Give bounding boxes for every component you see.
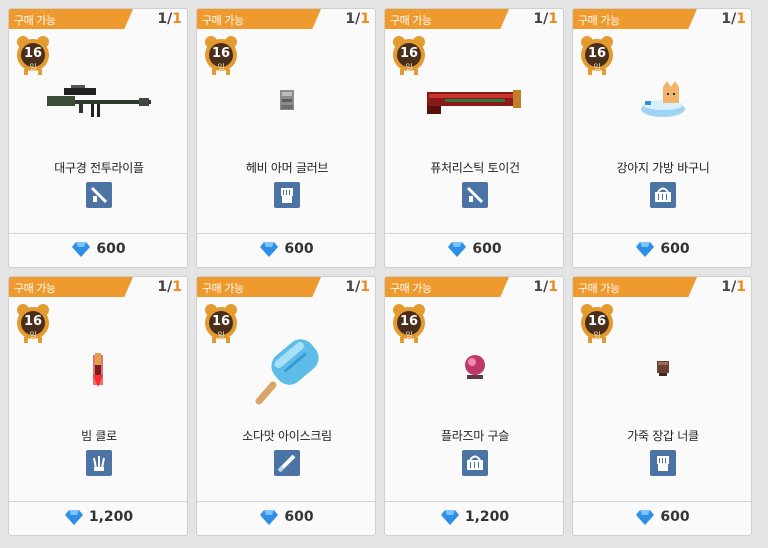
popsicle-icon [197, 329, 375, 409]
leather-knuckle-icon [573, 329, 751, 409]
gem-icon [260, 510, 279, 525]
item-name: 가죽 장갑 너클 [627, 429, 699, 443]
purchasable-label: 구매 가능 [390, 282, 432, 295]
purchasable-label: 구매 가능 [14, 14, 56, 27]
price-button[interactable]: 600 [9, 241, 187, 263]
price-button[interactable]: 600 [385, 241, 563, 263]
divider [197, 233, 375, 234]
shop-item-card[interactable]: 구매 가능 1/1 16 일 소다맛 아이스크림 600 [196, 276, 376, 536]
price-value: 600 [472, 241, 502, 257]
stock-count: 1/1 [345, 11, 370, 27]
gem-icon [636, 242, 655, 257]
price-button[interactable]: 600 [197, 509, 375, 531]
purchasable-label: 구매 가능 [202, 14, 244, 27]
toy-gun-icon [385, 61, 563, 141]
item-name: 헤비 아머 글러브 [245, 161, 329, 175]
price-button[interactable]: 1,200 [9, 509, 187, 531]
price-value: 600 [660, 241, 690, 257]
price-button[interactable]: 1,200 [385, 509, 563, 531]
days-remaining: 16 [587, 314, 607, 329]
claw-category-icon [86, 450, 112, 476]
divider [573, 501, 751, 502]
shop-item-card[interactable]: 구매 가능 1/1 16 일 대구경 전투라이플 600 [8, 8, 188, 268]
glove-category-icon [274, 182, 300, 208]
basket-category-icon [462, 450, 488, 476]
stock-count: 1/1 [533, 11, 558, 27]
item-name: 퓨처리스틱 토이건 [430, 161, 520, 175]
divider [9, 501, 187, 502]
melee-category-icon [274, 450, 300, 476]
divider [385, 233, 563, 234]
item-name: 플라즈마 구슬 [441, 429, 509, 443]
item-name: 대구경 전투라이플 [54, 161, 144, 175]
shop-item-card[interactable]: 구매 가능 1/1 16 일 강아지 가방 바구니 600 [572, 8, 752, 268]
days-remaining: 16 [587, 46, 607, 61]
stock-count: 1/1 [345, 279, 370, 295]
purchasable-label: 구매 가능 [202, 282, 244, 295]
stock-count: 1/1 [157, 11, 182, 27]
shop-item-card[interactable]: 구매 가능 1/1 16 일 빔 클로 1,200 [8, 276, 188, 536]
days-remaining: 16 [211, 314, 231, 329]
armor-glove-icon [197, 61, 375, 141]
item-name: 빔 클로 [81, 429, 117, 443]
item-name: 소다맛 아이스크림 [242, 429, 332, 443]
price-value: 600 [660, 509, 690, 525]
price-value: 1,200 [88, 509, 134, 525]
glove-category-icon [650, 450, 676, 476]
price-button[interactable]: 600 [573, 509, 751, 531]
divider [197, 501, 375, 502]
days-remaining: 16 [399, 314, 419, 329]
gem-icon [260, 242, 279, 257]
days-remaining: 16 [23, 46, 43, 61]
stock-count: 1/1 [533, 279, 558, 295]
plasma-orb-icon [385, 329, 563, 409]
stock-count: 1/1 [721, 279, 746, 295]
gem-icon [636, 510, 655, 525]
divider [385, 501, 563, 502]
gem-icon [72, 242, 91, 257]
gem-icon [440, 510, 459, 525]
divider [9, 233, 187, 234]
shop-item-card[interactable]: 구매 가능 1/1 16 일 플라즈마 구슬 1,200 [384, 276, 564, 536]
price-value: 600 [284, 509, 314, 525]
gem-icon [448, 242, 467, 257]
gem-icon [64, 510, 83, 525]
divider [573, 233, 751, 234]
days-remaining: 16 [211, 46, 231, 61]
stock-count: 1/1 [721, 11, 746, 27]
sniper-rifle-icon [9, 61, 187, 141]
price-value: 600 [284, 241, 314, 257]
beam-claw-icon [9, 329, 187, 409]
purchasable-label: 구매 가능 [14, 282, 56, 295]
shop-item-card[interactable]: 구매 가능 1/1 16 일 퓨처리스틱 토이건 600 [384, 8, 564, 268]
price-value: 1,200 [464, 509, 510, 525]
price-button[interactable]: 600 [197, 241, 375, 263]
gun-category-icon [86, 182, 112, 208]
stock-count: 1/1 [157, 279, 182, 295]
purchasable-label: 구매 가능 [390, 14, 432, 27]
purchasable-label: 구매 가능 [578, 14, 620, 27]
purchasable-label: 구매 가능 [578, 282, 620, 295]
dog-basket-icon [573, 61, 751, 141]
shop-item-card[interactable]: 구매 가능 1/1 16 일 가죽 장갑 너클 600 [572, 276, 752, 536]
price-button[interactable]: 600 [573, 241, 751, 263]
days-remaining: 16 [399, 46, 419, 61]
shop-item-card[interactable]: 구매 가능 1/1 16 일 헤비 아머 글러브 600 [196, 8, 376, 268]
days-remaining: 16 [23, 314, 43, 329]
gun-category-icon [462, 182, 488, 208]
shop-grid: 구매 가능 1/1 16 일 대구경 전투라이플 600 구매 가능 1/1 1… [0, 0, 768, 548]
item-name: 강아지 가방 바구니 [616, 161, 710, 175]
basket-category-icon [650, 182, 676, 208]
price-value: 600 [96, 241, 126, 257]
